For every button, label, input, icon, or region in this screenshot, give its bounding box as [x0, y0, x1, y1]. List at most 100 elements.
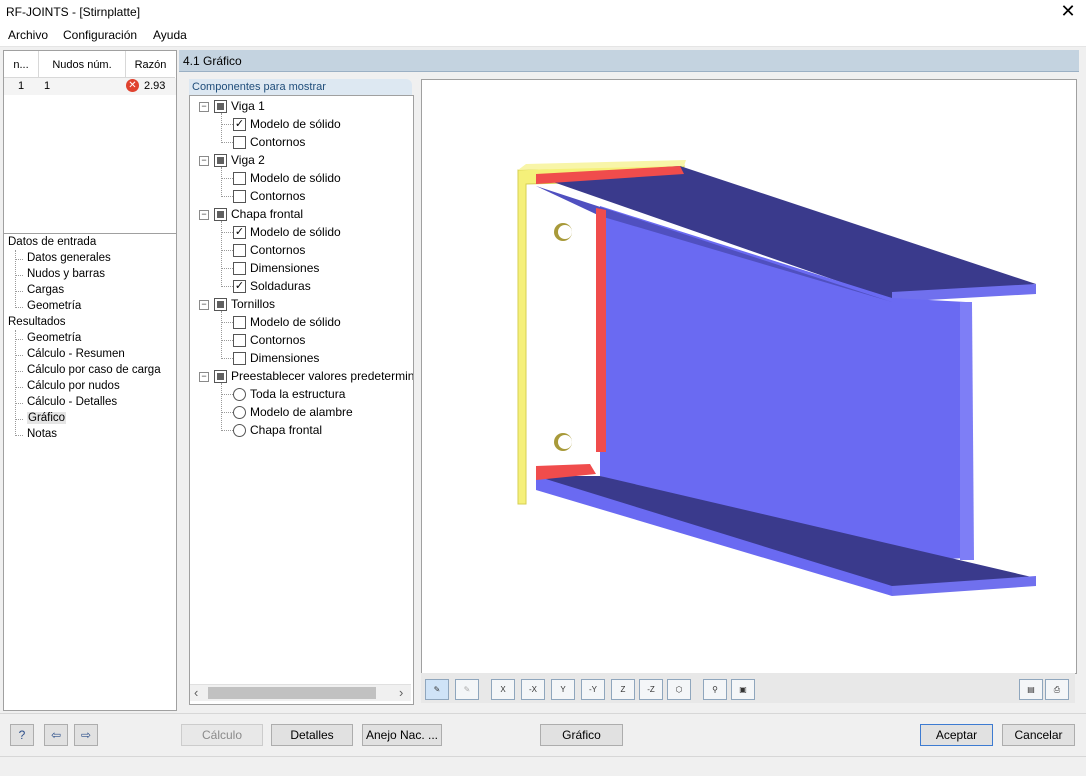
group-checkbox-tornillos[interactable]: [214, 298, 227, 311]
import-icon[interactable]: ⇦: [44, 724, 68, 746]
components-tree: − Viga 1 ✓ Modelo de sólido Contornos − …: [189, 95, 414, 705]
window-title: RF-JOINTS - [Stirnplatte]: [6, 5, 141, 19]
label-chapa-frontal-preset: Chapa frontal: [250, 423, 323, 437]
checkbox-viga1-contornos[interactable]: [233, 136, 246, 149]
calc-button[interactable]: Cálculo: [181, 724, 263, 746]
checkbox-viga1-solido[interactable]: ✓: [233, 118, 246, 131]
label-viga1-contornos: Contornos: [250, 135, 306, 149]
help-icon[interactable]: ?: [10, 724, 34, 746]
collapse-icon[interactable]: −: [199, 372, 209, 382]
checkbox-chapa-dimensiones[interactable]: [233, 262, 246, 275]
view-minus-z-icon[interactable]: -Z: [639, 679, 663, 700]
nav-item-datos-generales[interactable]: Datos generales: [27, 252, 111, 264]
menu-bar: Archivo Configuración Ayuda: [0, 24, 1086, 47]
national-annex-button[interactable]: Anejo Nac. ...: [362, 724, 442, 746]
collapse-icon[interactable]: −: [199, 300, 209, 310]
components-panel-tab: Componentes para mostrar: [189, 79, 412, 95]
menu-configuracion[interactable]: Configuración: [63, 28, 137, 42]
export-icon[interactable]: ⇨: [74, 724, 98, 746]
nav-item-geometria-input[interactable]: Geometría: [27, 300, 81, 312]
print-icon[interactable]: ⎙: [1045, 679, 1069, 700]
bolt-hole: [558, 225, 572, 239]
view-y-icon[interactable]: Y: [551, 679, 575, 700]
collapse-icon[interactable]: −: [199, 210, 209, 220]
radio-modelo-alambre[interactable]: [233, 406, 246, 419]
column-header-n[interactable]: n...: [4, 51, 39, 78]
section-header: 4.1 Gráfico: [179, 50, 1079, 72]
label-viga2-solido: Modelo de sólido: [250, 171, 341, 185]
nav-item-notas[interactable]: Notas: [27, 428, 57, 440]
graphics-toolbar: ✎ ✎ X -X Y -Y Z -Z ⬡ ⚲ ▣ ▤ ⎙: [421, 673, 1075, 703]
show-values-icon[interactable]: ✎: [455, 679, 479, 700]
collapse-icon[interactable]: −: [199, 102, 209, 112]
group-checkbox-preset[interactable]: [214, 370, 227, 383]
components-panel-title: Componentes para mostrar: [192, 81, 326, 93]
weld-web: [596, 208, 606, 452]
table-row[interactable]: 1 1 ✕ 2.93: [4, 78, 176, 95]
cancel-button[interactable]: Cancelar: [1002, 724, 1075, 746]
nav-item-calculo-nudos[interactable]: Cálculo por nudos: [27, 380, 120, 392]
view-minus-y-icon[interactable]: -Y: [581, 679, 605, 700]
close-icon[interactable]: ✕: [1058, 1, 1078, 22]
checkbox-tornillos-contornos[interactable]: [233, 334, 246, 347]
scroll-left-icon[interactable]: ‹: [194, 685, 198, 700]
nav-item-calculo-detalles[interactable]: Cálculo - Detalles: [27, 396, 117, 408]
nav-item-grafico[interactable]: Gráfico: [27, 412, 67, 424]
beam-web-section: [960, 302, 974, 560]
group-tornillos: Tornillos: [231, 297, 276, 311]
checkbox-viga2-contornos[interactable]: [233, 190, 246, 203]
joints-table: n... Nudos núm. Razón 1 1 ✕ 2.93: [3, 50, 177, 234]
view-minus-x-icon[interactable]: -X: [521, 679, 545, 700]
view-z-icon[interactable]: Z: [611, 679, 635, 700]
show-labels-icon[interactable]: ✎: [425, 679, 449, 700]
section-title: 4.1 Gráfico: [183, 54, 242, 68]
checkbox-chapa-solido[interactable]: ✓: [233, 226, 246, 239]
zoom-icon[interactable]: ⚲: [703, 679, 727, 700]
details-button[interactable]: Detalles: [271, 724, 353, 746]
horizontal-scrollbar[interactable]: ‹ ›: [190, 684, 411, 701]
cell-n: 1: [18, 80, 25, 92]
group-checkbox-viga2[interactable]: [214, 154, 227, 167]
checkbox-tornillos-dimensiones[interactable]: [233, 352, 246, 365]
graphics-viewport[interactable]: [421, 79, 1077, 674]
nav-item-calculo-resumen[interactable]: Cálculo - Resumen: [27, 348, 125, 360]
label-tornillos-dimensiones: Dimensiones: [250, 351, 320, 365]
group-checkbox-chapa[interactable]: [214, 208, 227, 221]
column-header-nudos[interactable]: Nudos núm.: [39, 51, 126, 78]
nav-item-geometria[interactable]: Geometría: [27, 332, 81, 344]
ok-button[interactable]: Aceptar: [920, 724, 993, 746]
nav-input-data[interactable]: Datos de entrada: [8, 236, 96, 248]
graphic-button[interactable]: Gráfico: [540, 724, 623, 746]
group-checkbox-viga1[interactable]: [214, 100, 227, 113]
joint-3d-model: [517, 160, 1036, 596]
scroll-right-icon[interactable]: ›: [399, 685, 403, 700]
collapse-icon[interactable]: −: [199, 156, 209, 166]
label-chapa-dimensiones: Dimensiones: [250, 261, 320, 275]
radio-toda-estructura[interactable]: [233, 388, 246, 401]
checkbox-viga2-solido[interactable]: [233, 172, 246, 185]
scroll-thumb[interactable]: [208, 687, 376, 699]
nav-results[interactable]: Resultados: [8, 316, 66, 328]
isometric-view-icon[interactable]: ⬡: [667, 679, 691, 700]
view-x-icon[interactable]: X: [491, 679, 515, 700]
save-graphic-icon[interactable]: ▤: [1019, 679, 1043, 700]
menu-archivo[interactable]: Archivo: [8, 28, 48, 42]
label-tornillos-contornos: Contornos: [250, 333, 306, 347]
checkbox-chapa-contornos[interactable]: [233, 244, 246, 257]
label-viga1-solido: Modelo de sólido: [250, 117, 341, 131]
checkbox-chapa-soldaduras[interactable]: ✓: [233, 280, 246, 293]
label-chapa-contornos: Contornos: [250, 243, 306, 257]
menu-ayuda[interactable]: Ayuda: [153, 28, 187, 42]
nav-item-nudos-barras[interactable]: Nudos y barras: [27, 268, 105, 280]
checkbox-tornillos-solido[interactable]: [233, 316, 246, 329]
nav-item-calculo-caso-carga[interactable]: Cálculo por caso de carga: [27, 364, 161, 376]
render-options-icon[interactable]: ▣: [731, 679, 755, 700]
radio-chapa-frontal[interactable]: [233, 424, 246, 437]
error-icon: ✕: [126, 79, 139, 92]
column-header-razon[interactable]: Razón: [126, 51, 175, 78]
nav-item-cargas[interactable]: Cargas: [27, 284, 64, 296]
label-viga2-contornos: Contornos: [250, 189, 306, 203]
group-viga1: Viga 1: [231, 99, 265, 113]
label-chapa-soldaduras: Soldaduras: [250, 279, 311, 293]
group-chapa-frontal: Chapa frontal: [231, 207, 304, 221]
